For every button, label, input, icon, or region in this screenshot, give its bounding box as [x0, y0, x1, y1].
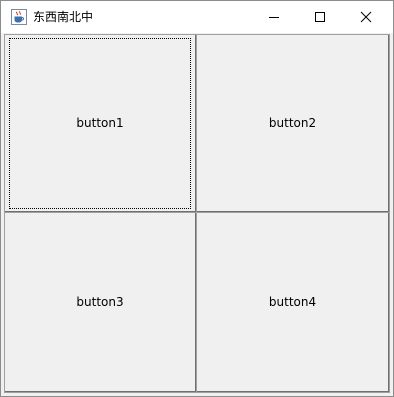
button-3[interactable]: button3	[4, 212, 197, 393]
button-1[interactable]: button1	[4, 34, 197, 213]
content-panel: button1 button2 button3 button4	[4, 34, 390, 393]
app-window: 东西南北中 button1 button2 button3 button4	[0, 0, 394, 397]
java-cup-icon	[11, 9, 27, 25]
close-button[interactable]	[343, 1, 389, 33]
maximize-icon	[314, 8, 326, 27]
minimize-icon	[268, 8, 280, 27]
button-2[interactable]: button2	[196, 34, 390, 213]
maximize-button[interactable]	[297, 1, 343, 33]
button-1-label: button1	[76, 116, 124, 130]
close-icon	[360, 8, 372, 27]
button-3-label: button3	[76, 295, 124, 309]
button-2-label: button2	[268, 116, 317, 130]
minimize-button[interactable]	[251, 1, 297, 33]
title-bar[interactable]: 东西南北中	[1, 1, 393, 33]
button-4[interactable]: button4	[196, 212, 390, 393]
window-title: 东西南北中	[33, 10, 94, 24]
button-4-label: button4	[268, 295, 317, 309]
